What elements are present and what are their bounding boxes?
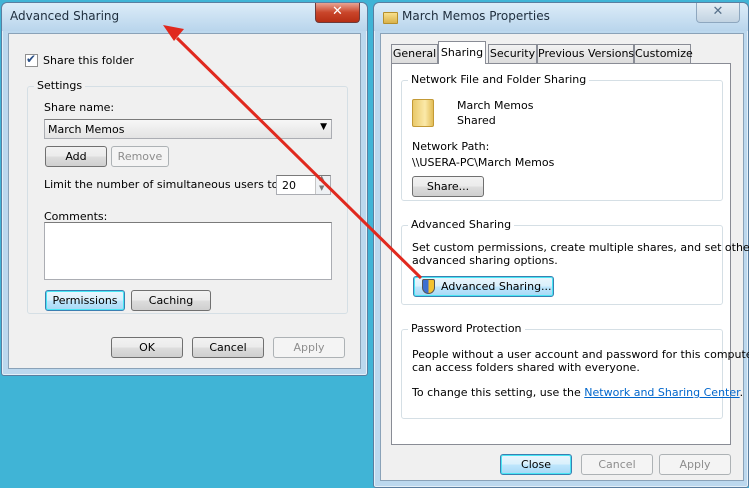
password-protection-group-label: Password Protection (408, 322, 525, 335)
add-button[interactable]: Add (45, 146, 107, 167)
tab-security[interactable]: Security (488, 44, 537, 63)
close-button[interactable]: Close (500, 454, 572, 475)
advanced-sharing-description-1: Set custom permissions, create multiple … (412, 241, 749, 254)
advanced-sharing-window: Advanced Sharing ✕ ✔ Share this folder S… (1, 2, 368, 376)
tab-previous-versions[interactable]: Previous Versions (537, 44, 634, 63)
password-protection-change-text: To change this setting, use the (412, 386, 585, 399)
properties-client: General Sharing Security Previous Versio… (380, 33, 749, 481)
properties-window: March Memos Properties ✕ General Sharing… (373, 2, 749, 488)
tab-sharing[interactable]: Sharing (438, 41, 486, 64)
settings-group-label: Settings (34, 79, 86, 92)
share-name-combobox[interactable]: March Memos ▼ (44, 119, 332, 139)
close-icon: ✕ (712, 4, 724, 19)
share-this-folder-checkbox[interactable]: ✔ (25, 52, 38, 67)
share-name-label: Share name: (44, 101, 115, 114)
share-this-folder-label[interactable]: Share this folder (43, 54, 134, 67)
advanced-sharing-description-2: advanced sharing options. (412, 254, 558, 267)
shared-folder-name: March Memos (457, 99, 534, 112)
shared-folder-status: Shared (457, 114, 496, 127)
advanced-sharing-client: ✔ Share this folder Settings Share name:… (8, 33, 361, 369)
network-path-label: Network Path: (412, 140, 490, 153)
sharing-tab-panel: Network File and Folder Sharing March Me… (391, 63, 749, 445)
advanced-sharing-group-label: Advanced Sharing (408, 218, 515, 231)
uac-shield-icon (422, 279, 435, 294)
tab-strip: General Sharing Security Previous Versio… (391, 41, 693, 64)
network-path-value: \\USERA-PC\March Memos (412, 156, 555, 169)
spin-up-icon[interactable]: ▲ (319, 174, 324, 182)
user-limit-label: Limit the number of simultaneous users t… (44, 178, 283, 191)
user-limit-value: 20 (282, 179, 296, 192)
password-protection-change-line: To change this setting, use the Network … (412, 386, 743, 399)
properties-cancel-button[interactable]: Cancel (581, 454, 653, 475)
advanced-sharing-title: Advanced Sharing (10, 9, 120, 23)
share-name-value: March Memos (48, 123, 125, 136)
password-protection-change-suffix: . (739, 386, 744, 399)
cancel-button[interactable]: Cancel (192, 337, 264, 358)
user-limit-spinner[interactable]: ▲ ▼ (315, 174, 330, 194)
advanced-sharing-close-button[interactable]: ✕ (315, 3, 360, 23)
properties-title: March Memos Properties (402, 9, 550, 23)
advanced-sharing-button[interactable]: Advanced Sharing... (413, 276, 554, 297)
tab-customize[interactable]: Customize (634, 44, 693, 63)
advanced-sharing-button-label: Advanced Sharing... (441, 280, 552, 293)
apply-button[interactable]: Apply (273, 337, 345, 358)
spin-down-icon[interactable]: ▼ (319, 184, 324, 192)
caching-button[interactable]: Caching (131, 290, 211, 311)
password-protection-description-1: People without a user account and passwo… (412, 348, 749, 361)
properties-apply-button[interactable]: Apply (659, 454, 731, 475)
chevron-down-icon: ▼ (320, 122, 327, 132)
password-protection-group: Password Protection (401, 322, 723, 419)
password-protection-description-2: can access folders shared with everyone. (412, 361, 640, 374)
permissions-button[interactable]: Permissions (45, 290, 125, 311)
close-icon: ✕ (332, 4, 343, 19)
checkmark-icon: ✔ (26, 52, 37, 66)
comments-textarea[interactable] (44, 222, 332, 280)
tab-general[interactable]: General (391, 44, 438, 63)
share-button[interactable]: Share... (412, 176, 484, 197)
user-limit-input[interactable]: 20 ▲ ▼ (276, 174, 331, 195)
shared-folder-icon (412, 99, 434, 127)
network-and-sharing-center-link[interactable]: Network and Sharing Center (584, 386, 739, 399)
ok-button[interactable]: OK (111, 337, 183, 358)
folder-icon (383, 12, 398, 24)
properties-close-button[interactable]: ✕ (696, 3, 740, 23)
remove-button[interactable]: Remove (111, 146, 169, 167)
network-sharing-group-label: Network File and Folder Sharing (408, 73, 590, 86)
